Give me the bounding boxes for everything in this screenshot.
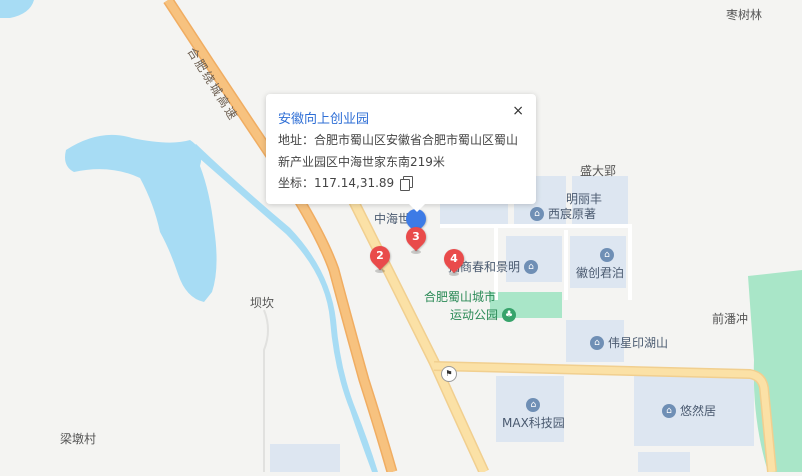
info-window-coordinates: 坐标： 117.14,31.89 — [278, 174, 414, 191]
poi-label: 西宸原著 — [548, 207, 597, 221]
info-window: 安徽向上创业园 × 地址：合肥市蜀山区安徽省合肥市蜀山区蜀山新产业园区中海世家东… — [266, 94, 536, 212]
coordinates-value: 117.14,31.89 — [314, 175, 395, 190]
copy-icon[interactable] — [400, 175, 414, 191]
place-label-zaoshulin: 枣树林 — [726, 8, 763, 22]
poi-weixing[interactable]: ⌂ 伟星印湖山 — [590, 334, 668, 351]
building-icon: ⌂ — [600, 248, 614, 262]
info-window-address: 地址：合肥市蜀山区安徽省合肥市蜀山区蜀山新产业园区中海世家东南219米 — [278, 133, 519, 169]
map-marker-4[interactable]: 4 — [439, 244, 469, 278]
place-label-bakan: 坝坎 — [250, 296, 275, 310]
poi-sports-park[interactable]: 合肥蜀山城市 运动公园 ♣ — [424, 288, 517, 323]
poi-label: 徽创君泊 — [576, 266, 625, 280]
info-window-title[interactable]: 安徽向上创业园 — [278, 108, 369, 127]
building-icon: ⌂ — [530, 206, 544, 221]
building-icon: ⌂ — [524, 259, 539, 274]
poi-xichen[interactable]: ⌂ 西宸原著 — [530, 205, 596, 222]
marker-shadow — [449, 272, 459, 276]
marker-number: 3 — [412, 230, 420, 243]
close-icon[interactable]: × — [512, 103, 524, 119]
poi-label: 悠然居 — [680, 404, 717, 418]
poi-label: MAX科技园 — [502, 416, 565, 430]
poi-label: 运动公园 — [450, 308, 499, 322]
poi-max[interactable]: ⌂ MAX科技园 — [502, 398, 565, 431]
map-canvas[interactable]: 合肥绕城高速 枣树林 盛大郢 坝坎 前潘冲 梁墩村 中海世家 明丽丰 ⌂ 西宸原… — [0, 0, 802, 475]
place-label-shengdaying: 盛大郢 — [580, 164, 617, 178]
bus-stop-icon[interactable]: ⚑ — [441, 366, 457, 382]
coordinates-label: 坐标： — [278, 176, 315, 190]
poi-youran[interactable]: ⌂ 悠然居 — [662, 402, 716, 419]
poi-label: 伟星印湖山 — [608, 336, 669, 350]
marker-number: 4 — [450, 252, 458, 265]
marker-shadow — [411, 250, 421, 254]
poi-huichuang[interactable]: ⌂ 徽创君泊 — [576, 248, 624, 281]
building-icon: ⌂ — [590, 335, 604, 350]
poi-label: 合肥蜀山城市 — [424, 290, 497, 304]
marker-number: 2 — [376, 249, 384, 262]
map-marker-2[interactable]: 2 — [365, 241, 395, 275]
place-label-liangdun: 梁墩村 — [60, 432, 97, 446]
map-marker-3[interactable]: 3 — [401, 222, 431, 256]
marker-shadow — [375, 269, 385, 273]
building-icon: ⌂ — [662, 403, 676, 418]
building-icon: ⌂ — [526, 398, 541, 412]
park-icon: ♣ — [502, 307, 517, 322]
place-label-qianpanchong: 前潘冲 — [712, 312, 749, 326]
